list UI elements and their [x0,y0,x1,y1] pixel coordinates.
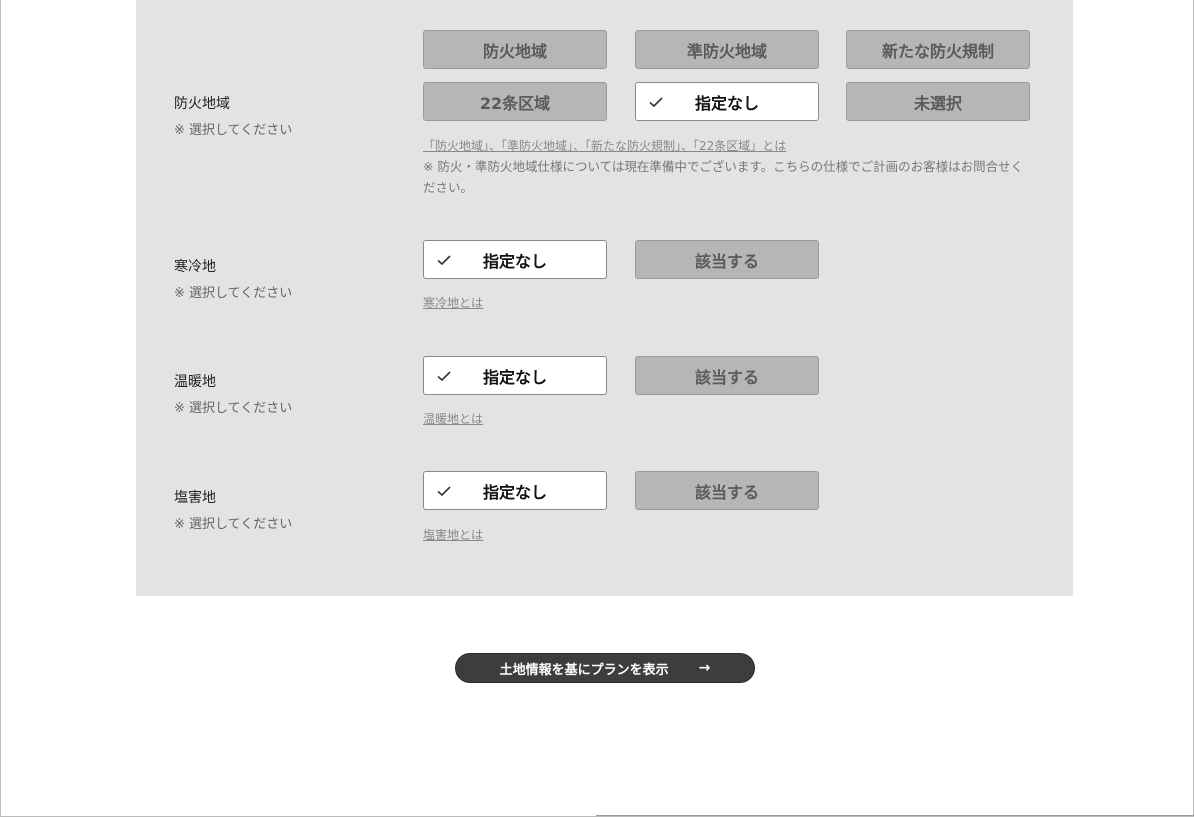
fire-zone-option-fire-zone[interactable]: 防火地域 [423,30,607,69]
check-icon [437,370,451,381]
cold-region-option-none[interactable]: 指定なし [423,240,607,279]
warm-region-label: 温暖地 [174,374,216,390]
fire-zone-label: 防火地域 [174,96,230,112]
fire-zone-note: ※ 防火・準防火地域仕様については現在準備中でございます。こちらの仕様でご計画の… [423,159,1024,195]
salt-damage-option-none[interactable]: 指定なし [423,471,607,510]
fire-zone-option-unselected[interactable]: 未選択 [846,82,1030,121]
option-label: 指定なし [482,251,547,271]
fire-zone-info-link[interactable]: 「防火地域」、「準防火地域」、「新たな防火規制」、「22条区域」とは [423,137,786,154]
option-label: 未選択 [913,93,962,113]
cold-region-option-applies[interactable]: 該当する [635,240,819,279]
arrow-right-icon: → [698,660,711,676]
warm-region-option-none[interactable]: 指定なし [423,356,607,395]
fire-zone-option-none[interactable]: 指定なし [635,82,819,121]
fire-zone-option-semi-fire-zone[interactable]: 準防火地域 [635,30,819,69]
option-label: 指定なし [482,367,547,387]
fire-zone-option-new-fire-regulation[interactable]: 新たな防火規制 [846,30,1030,69]
option-label: 準防火地域 [686,41,767,61]
option-label: 22条区域 [479,93,551,113]
option-label: 指定なし [482,482,547,502]
salt-damage-info-link[interactable]: 塩害地とは [423,526,483,543]
cold-region-label: 寒冷地 [174,259,216,275]
fire-zone-sub: ※ 選択してください [174,123,293,138]
warm-region-sub: ※ 選択してください [174,401,293,416]
check-icon [649,96,663,107]
warm-region-info-link[interactable]: 温暖地とは [423,410,483,427]
cold-region-sub: ※ 選択してください [174,286,293,301]
option-label: 該当する [694,482,759,502]
check-icon [437,254,451,265]
salt-damage-option-applies[interactable]: 該当する [635,471,819,510]
option-label: 該当する [694,251,759,271]
fire-zone-option-article22[interactable]: 22条区域 [423,82,607,121]
option-label: 防火地域 [482,41,547,61]
option-label: 新たな防火規制 [881,41,994,61]
salt-damage-sub: ※ 選択してください [174,517,293,532]
show-plan-label: 土地情報を基にプランを表示 [499,662,669,678]
salt-damage-label: 塩害地 [174,490,216,506]
option-label: 該当する [694,367,759,387]
check-icon [437,485,451,496]
cold-region-info-link[interactable]: 寒冷地とは [423,294,483,311]
option-label: 指定なし [694,93,759,113]
warm-region-option-applies[interactable]: 該当する [635,356,819,395]
show-plan-button[interactable]: 土地情報を基にプランを表示 → [455,653,755,683]
bottom-divider [596,815,1194,816]
land-conditions-panel: 防火地域 ※ 選択してください 防火地域 準防火地域 新たな防火規制 22条区域… [136,0,1073,596]
